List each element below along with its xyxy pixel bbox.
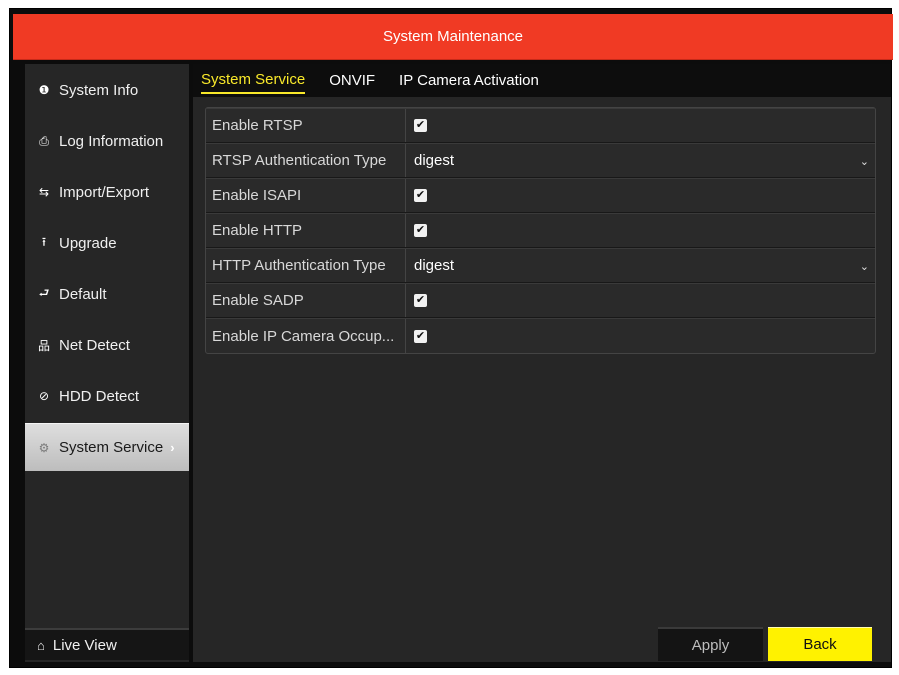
main-panel: System Service ONVIF IP Camera Activatio…	[193, 64, 891, 662]
window-title: System Maintenance	[13, 14, 893, 60]
tab-system-service[interactable]: System Service	[201, 71, 306, 94]
enable-ip-camera-occupation-checkbox[interactable]: ✔	[414, 329, 427, 343]
enable-isapi-checkbox[interactable]: ✔	[414, 189, 427, 202]
import-export-icon: ⇆	[38, 185, 50, 199]
default-icon: ⮐	[38, 285, 50, 300]
setting-row-enable-rtsp: Enable RTSP ✔	[206, 108, 875, 143]
enable-rtsp-checkbox[interactable]: ✔	[414, 119, 427, 132]
setting-label: Enable SADP	[206, 284, 406, 317]
tab-ip-camera-activation[interactable]: IP Camera Activation	[399, 72, 539, 93]
sidebar-item-system-info[interactable]: ❶ System Info	[25, 66, 189, 114]
sidebar-item-label: System Info	[59, 81, 139, 99]
setting-label: Enable RTSP	[206, 109, 406, 142]
info-circle-icon: ❶	[38, 83, 50, 97]
setting-row-rtsp-auth-type: RTSP Authentication Type digest ⌄	[206, 143, 875, 178]
sidebar-item-label: Upgrade	[59, 234, 117, 252]
setting-label: Enable ISAPI	[206, 179, 406, 212]
settings-table: Enable RTSP ✔ RTSP Authentication Type d…	[205, 107, 876, 354]
chevron-right-icon: ›	[170, 440, 175, 455]
live-view-label: Live View	[52, 636, 117, 654]
sidebar-item-label: Default	[59, 285, 107, 303]
gear-icon: ⚙	[38, 440, 50, 455]
sidebar-item-import-export[interactable]: ⇆ Import/Export	[25, 168, 189, 216]
setting-row-enable-http: Enable HTTP ✔	[206, 213, 875, 248]
log-icon: ⎙	[39, 133, 49, 148]
tab-bar: System Service ONVIF IP Camera Activatio…	[193, 64, 891, 97]
setting-row-http-auth-type: HTTP Authentication Type digest ⌄	[206, 248, 875, 283]
setting-row-enable-isapi: Enable ISAPI ✔	[206, 178, 875, 213]
sidebar-item-log-information[interactable]: ⎙ Log Information	[25, 117, 189, 165]
sidebar-item-net-detect[interactable]: 品 Net Detect	[25, 321, 189, 369]
chevron-down-icon: ⌄	[859, 156, 869, 168]
chevron-down-icon: ⌄	[859, 261, 869, 273]
setting-label: RTSP Authentication Type	[206, 144, 406, 177]
tab-onvif[interactable]: ONVIF	[329, 72, 375, 93]
apply-button[interactable]: Apply	[658, 627, 763, 661]
select-value: digest	[414, 257, 455, 274]
upgrade-icon: ⭱	[41, 234, 47, 249]
sidebar-item-system-service[interactable]: ⚙ System Service ›	[25, 423, 189, 471]
sidebar-item-label: Net Detect	[59, 336, 130, 354]
setting-row-enable-sadp: Enable SADP ✔	[206, 283, 875, 318]
setting-label: Enable IP Camera Occup...	[206, 319, 406, 353]
setting-row-enable-ip-camera-occupation: Enable IP Camera Occup... ✔	[206, 318, 875, 353]
sidebar-item-label: Import/Export	[59, 183, 150, 201]
setting-label: Enable HTTP	[206, 214, 406, 247]
sidebar-item-label: Log Information	[59, 132, 164, 150]
http-auth-type-select[interactable]: digest ⌄	[406, 249, 875, 282]
sidebar-item-label: HDD Detect	[59, 387, 140, 405]
sidebar-item-hdd-detect[interactable]: ⊘ HDD Detect	[25, 372, 189, 420]
sidebar-item-upgrade[interactable]: ⭱ Upgrade	[25, 219, 189, 267]
hdd-icon: ⊘	[38, 389, 50, 403]
back-button[interactable]: Back	[768, 627, 872, 661]
home-icon: ⌂	[37, 637, 45, 653]
setting-label: HTTP Authentication Type	[206, 249, 406, 282]
sidebar: ❶ System Info ⎙ Log Information ⇆ Import…	[25, 64, 189, 662]
enable-http-checkbox[interactable]: ✔	[414, 224, 427, 237]
sidebar-item-default[interactable]: ⮐ Default	[25, 270, 189, 318]
rtsp-auth-type-select[interactable]: digest ⌄	[406, 144, 875, 177]
enable-sadp-checkbox[interactable]: ✔	[414, 294, 427, 307]
live-view-button[interactable]: ⌂ Live View	[25, 628, 189, 660]
network-icon: 品	[37, 338, 50, 353]
sidebar-item-label: System Service	[59, 439, 164, 456]
select-value: digest	[414, 152, 455, 169]
